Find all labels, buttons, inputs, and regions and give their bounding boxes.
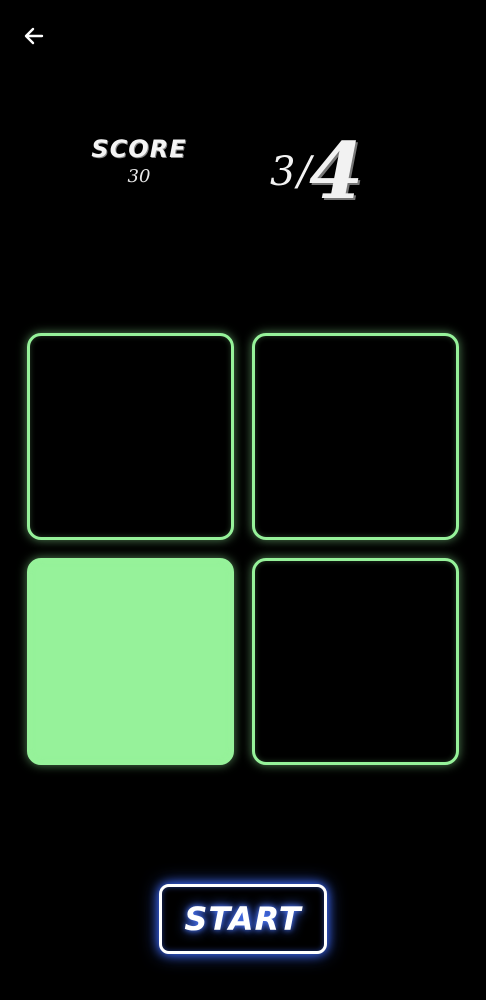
tile-bottom-left[interactable] (27, 558, 234, 765)
tile-grid (27, 333, 459, 765)
tile-bottom-right[interactable] (252, 558, 459, 765)
score-value: 30 (127, 166, 151, 187)
start-button-label: START (184, 900, 302, 938)
back-button[interactable] (14, 16, 54, 56)
arrow-left-icon (24, 27, 44, 45)
score-panel: SCORE 30 (84, 134, 194, 188)
round-counter: 3 / 4 (270, 112, 410, 212)
score-label: SCORE (91, 135, 187, 163)
round-current: 3 (270, 149, 296, 195)
tile-top-left[interactable] (27, 333, 234, 540)
round-total: 4 (308, 126, 364, 217)
start-button[interactable]: START (159, 884, 327, 954)
tile-top-right[interactable] (252, 333, 459, 540)
